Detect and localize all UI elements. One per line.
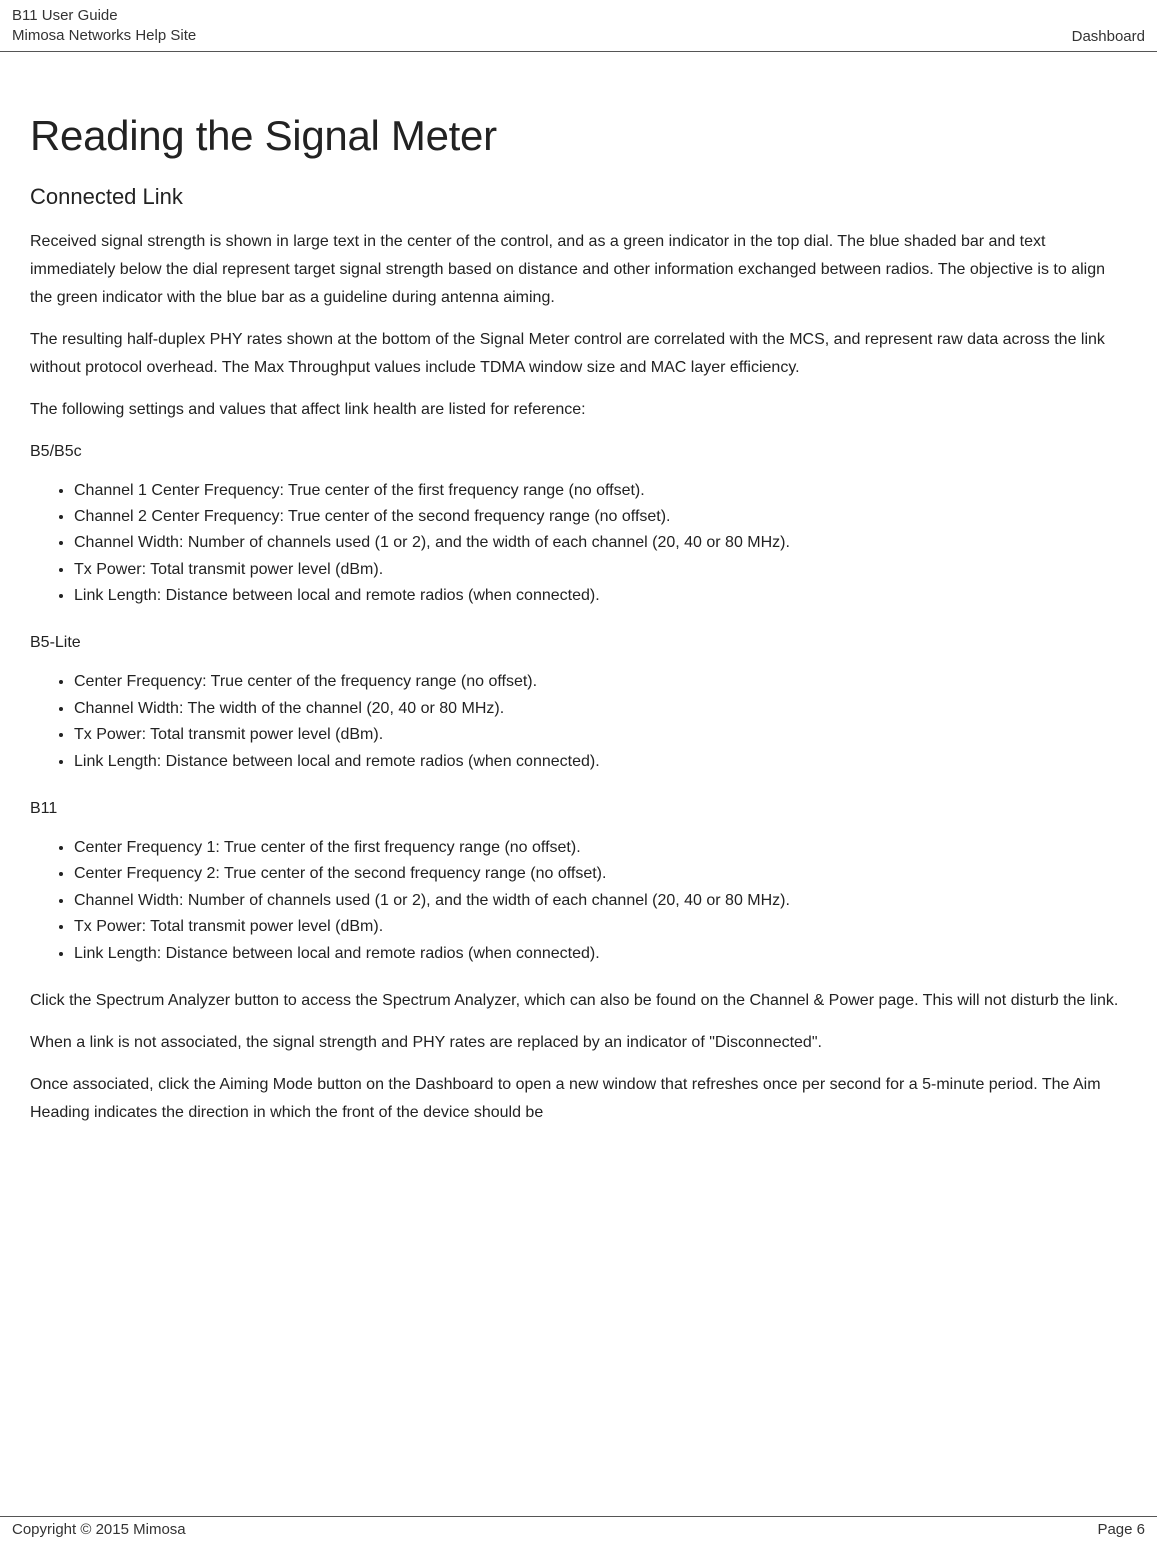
list-b5: Channel 1 Center Frequency: True center … <box>30 478 1127 610</box>
header-left: B11 User Guide Mimosa Networks Help Site <box>12 6 196 47</box>
list-item: Channel 2 Center Frequency: True center … <box>74 504 1127 530</box>
list-item: Channel Width: The width of the channel … <box>74 696 1127 722</box>
list-item: Tx Power: Total transmit power level (dB… <box>74 557 1127 583</box>
paragraph-aiming: Once associated, click the Aiming Mode b… <box>30 1071 1127 1127</box>
list-item: Center Frequency 1: True center of the f… <box>74 835 1127 861</box>
header-line2: Mimosa Networks Help Site <box>12 26 196 46</box>
list-item: Link Length: Distance between local and … <box>74 583 1127 609</box>
list-item: Channel Width: Number of channels used (… <box>74 888 1127 914</box>
page-title: Reading the Signal Meter <box>30 112 1127 160</box>
list-item: Link Length: Distance between local and … <box>74 941 1127 967</box>
list-item: Center Frequency: True center of the fre… <box>74 669 1127 695</box>
list-item: Tx Power: Total transmit power level (dB… <box>74 722 1127 748</box>
list-item: Channel Width: Number of channels used (… <box>74 530 1127 556</box>
page-subtitle: Connected Link <box>30 184 1127 210</box>
list-item: Channel 1 Center Frequency: True center … <box>74 478 1127 504</box>
list-item: Tx Power: Total transmit power level (dB… <box>74 914 1127 940</box>
paragraph-disconnected: When a link is not associated, the signa… <box>30 1029 1127 1057</box>
paragraph-intro-3: The following settings and values that a… <box>30 396 1127 424</box>
list-item: Center Frequency 2: True center of the s… <box>74 861 1127 887</box>
list-item: Link Length: Distance between local and … <box>74 749 1127 775</box>
header-line1: B11 User Guide <box>12 6 196 26</box>
footer-copyright: Copyright © 2015 Mimosa <box>12 1521 186 1538</box>
page-footer: Copyright © 2015 Mimosa Page 6 <box>0 1516 1157 1546</box>
list-b5lite: Center Frequency: True center of the fre… <box>30 669 1127 775</box>
section-label-b5lite: B5-Lite <box>30 629 1127 657</box>
paragraph-intro-2: The resulting half-duplex PHY rates show… <box>30 326 1127 382</box>
list-b11: Center Frequency 1: True center of the f… <box>30 835 1127 967</box>
section-label-b5: B5/B5c <box>30 438 1127 466</box>
header-right: Dashboard <box>1072 28 1145 47</box>
paragraph-spectrum: Click the Spectrum Analyzer button to ac… <box>30 987 1127 1015</box>
page-content: Reading the Signal Meter Connected Link … <box>0 52 1157 1157</box>
paragraph-intro-1: Received signal strength is shown in lar… <box>30 228 1127 312</box>
section-label-b11: B11 <box>30 795 1127 823</box>
page-header: B11 User Guide Mimosa Networks Help Site… <box>0 0 1157 52</box>
footer-page-number: Page 6 <box>1097 1521 1145 1538</box>
